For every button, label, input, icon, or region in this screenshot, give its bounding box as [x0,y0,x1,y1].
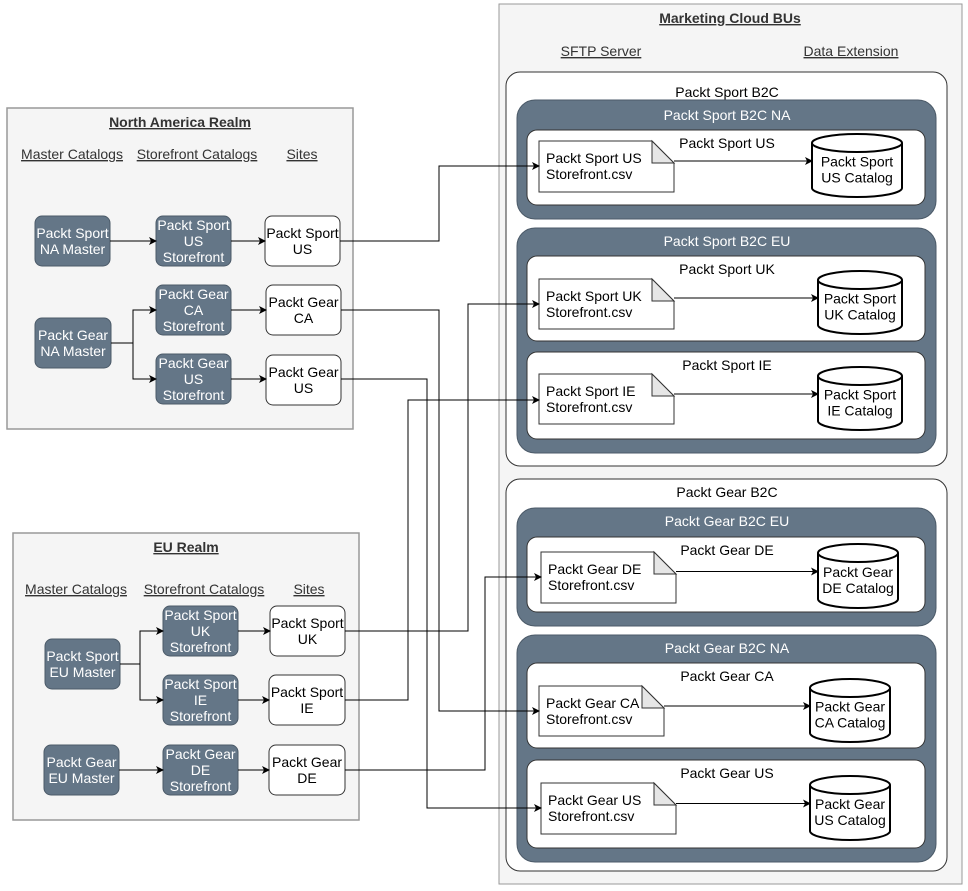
sport-uk-file-label: Storefront.csv [546,304,632,320]
na-column-header: Storefront Catalogs [137,146,258,162]
eu-column-header: Master Catalogs [25,581,127,597]
sport-ie-file-label: Storefront.csv [546,399,632,415]
gear-de-bu-label: Packt Gear DE [680,542,773,558]
sport-uk-catalog-label-line: UK Catalog [824,307,896,323]
gear-ca-file-label: Storefront.csv [546,711,632,727]
gear-ca-catalog-label-line: CA Catalog [815,715,886,731]
gear-ca-catalog-label-line: Packt Gear [815,699,885,715]
sport-uk-catalog-label-line: Packt Sport [824,291,896,307]
eu-gear-master-catalog-label-line: EU Master [48,770,114,786]
gear-us-catalog-label-line: US Catalog [814,812,886,828]
na-gear-us-site-site-label-line: US [294,380,313,396]
eu-sport-uk-site-site-label-line: UK [298,631,318,647]
na-column-header: Master Catalogs [21,146,123,162]
sport-ie-catalog-label-line: Packt Sport [824,387,896,403]
eu-sport-master-catalog-label-line: EU Master [49,664,115,680]
gear-ca-bu-label: Packt Gear CA [680,668,774,684]
eu-sport-ie-site-site-label-line: Packt Sport [271,684,343,700]
sport-us-bu-label: Packt Sport US [679,135,775,151]
na-realm-title: North America Realm [109,114,251,130]
eu-sport-uk-sf-catalog-label-line: Storefront [170,639,232,655]
sport-uk-bu-label: Packt Sport UK [679,261,775,277]
eu-gear-master-catalog-label-line: Packt Gear [46,754,116,770]
sport-us-file-label: Storefront.csv [546,166,632,182]
na-column-header: Sites [286,146,317,162]
gear-de-file-label: Packt Gear DE [548,561,641,577]
gear-de-catalog-label-line: Packt Gear [823,564,893,580]
gear-us-file-label: Storefront.csv [548,808,634,824]
gear-b2c-na-bu-label: Packt Gear B2C NA [665,640,790,656]
eu-gear-de-sf-catalog-label-line: DE [191,762,210,778]
na-gear-us-sf-catalog-label-line: Packt Gear [158,355,228,371]
sport-us-file-label: Packt Sport US [546,150,642,166]
eu-gear-de-site-site-label-line: DE [297,770,316,786]
na-gear-master-catalog-label-line: NA Master [40,343,106,359]
sport-uk-file-label: Packt Sport UK [546,288,642,304]
na-gear-ca-site-site-label-line: CA [294,310,314,326]
diagram-canvas: North America Realm Master Catalogs Storef… [0,0,968,891]
na-sport-master-catalog-label-line: NA Master [40,241,106,257]
eu-gear-de-site-site-label-line: Packt Gear [272,754,342,770]
na-sport-us-site-site-label-line: US [293,241,312,257]
gear-us-file-label: Packt Gear US [548,792,641,808]
na-gear-ca-sf-catalog-label-line: Storefront [163,318,225,334]
data-extension-header: Data Extension [804,43,899,59]
na-gear-ca-site-site-label-line: Packt Gear [268,294,338,310]
eu-sport-ie-site-site-label-line: IE [300,700,313,716]
eu-sport-ie-sf-catalog-label-line: IE [194,692,207,708]
eu-sport-uk-sf-catalog-label-line: UK [191,623,211,639]
eu-gear-de-sf-catalog-label-line: Packt Gear [165,746,235,762]
sport-b2c-eu-bu-label: Packt Sport B2C EU [664,233,791,249]
sport-us-catalog-label-line: Packt Sport [821,154,893,170]
na-gear-ca-sf-catalog-label-line: CA [184,302,204,318]
eu-sport-master-catalog-label-line: Packt Sport [46,648,118,664]
na-sport-us-site-site-label-line: Packt Sport [266,225,338,241]
gear-b2c-eu-bu-label: Packt Gear B2C EU [665,513,790,529]
eu-sport-uk-site-site-label-line: Packt Sport [271,615,343,631]
na-gear-us-sf-catalog-label-line: Storefront [163,387,225,403]
gear-us-bu-label: Packt Gear US [680,765,773,781]
gear-b2c-bu-label: Packt Gear B2C [676,484,777,500]
na-gear-us-site-site-label-line: Packt Gear [268,364,338,380]
sport-b2c-na-bu-label: Packt Sport B2C NA [664,107,791,123]
gear-de-file-label: Storefront.csv [548,577,634,593]
na-gear-ca-sf-catalog-label-line: Packt Gear [158,286,228,302]
sport-b2c-bu-label: Packt Sport B2C [675,84,779,100]
gear-de-catalog-label-line: DE Catalog [822,580,894,596]
na-gear-us-sf-catalog-label-line: US [184,371,203,387]
na-sport-master-catalog-label-line: Packt Sport [36,225,108,241]
sftp-server-header: SFTP Server [561,43,642,59]
gear-ca-file-label: Packt Gear CA [546,695,640,711]
eu-column-header: Sites [293,581,324,597]
gear-us-catalog-label-line: Packt Gear [815,796,885,812]
sport-us-catalog-label-line: US Catalog [821,170,893,186]
eu-sport-ie-sf-catalog-label-line: Storefront [170,708,232,724]
sport-ie-catalog-label-line: IE Catalog [827,403,892,419]
eu-sport-uk-sf-catalog-label-line: Packt Sport [164,607,236,623]
sport-ie-file-label: Packt Sport IE [546,383,635,399]
eu-sport-ie-sf-catalog-label-line: Packt Sport [164,676,236,692]
eu-gear-de-sf-catalog-label-line: Storefront [170,778,232,794]
eu-realm-title: EU Realm [153,539,218,555]
na-sport-us-sf-catalog-label-line: Packt Sport [157,217,229,233]
na-gear-master-catalog-label-line: Packt Gear [38,327,108,343]
na-sport-us-sf-catalog-label-line: US [184,233,203,249]
diagram: North America Realm Master Catalogs Storef… [6,3,963,885]
marketing-cloud-title: Marketing Cloud BUs [659,10,801,26]
sport-ie-bu-label: Packt Sport IE [682,357,771,373]
na-sport-us-sf-catalog-label-line: Storefront [163,249,225,265]
eu-column-header: Storefront Catalogs [144,581,265,597]
